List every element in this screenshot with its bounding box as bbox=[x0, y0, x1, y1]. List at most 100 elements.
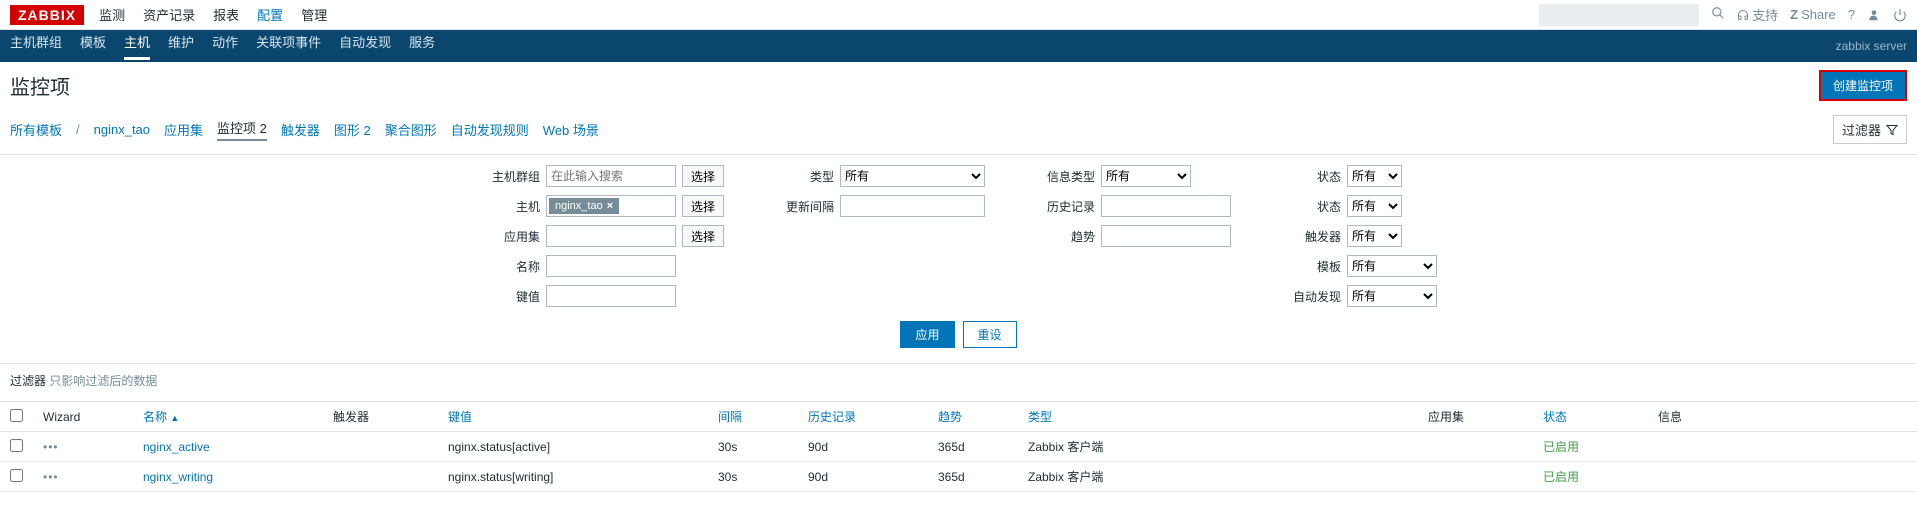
subnav-hostgroups[interactable]: 主机群组 bbox=[10, 32, 62, 60]
subnav-actions[interactable]: 动作 bbox=[212, 32, 238, 60]
select-triggers[interactable]: 所有 bbox=[1347, 225, 1402, 247]
cell-trends: 365d bbox=[928, 462, 1018, 492]
bc-graphs[interactable]: 图形 2 bbox=[334, 120, 371, 139]
wizard-icon[interactable]: ••• bbox=[43, 470, 59, 484]
subnav-hosts[interactable]: 主机 bbox=[124, 32, 150, 60]
subnav-services[interactable]: 服务 bbox=[409, 32, 435, 60]
cell-interval: 30s bbox=[708, 462, 798, 492]
bc-host[interactable]: nginx_tao bbox=[94, 122, 150, 137]
cell-type: Zabbix 客户端 bbox=[1018, 432, 1418, 462]
bc-items[interactable]: 监控项 2 bbox=[217, 118, 267, 141]
cell-history: 90d bbox=[798, 462, 928, 492]
filter-toggle[interactable]: 过滤器 bbox=[1833, 115, 1907, 144]
select-infotype[interactable]: 所有 bbox=[1101, 165, 1191, 187]
headset-icon bbox=[1737, 9, 1749, 21]
select-state[interactable]: 所有 bbox=[1347, 195, 1402, 217]
input-interval[interactable] bbox=[840, 195, 985, 217]
help-icon[interactable]: ? bbox=[1848, 7, 1855, 22]
subnav-correlation[interactable]: 关联项事件 bbox=[256, 32, 321, 60]
label-discovery: 自动发现 bbox=[1281, 288, 1341, 305]
filter-buttons: 应用 重设 bbox=[0, 321, 1917, 348]
support-label: 支持 bbox=[1752, 5, 1778, 24]
input-appset[interactable] bbox=[546, 225, 676, 247]
select-discovery[interactable]: 所有 bbox=[1347, 285, 1437, 307]
input-history[interactable] bbox=[1101, 195, 1231, 217]
nav-monitoring[interactable]: 监测 bbox=[99, 5, 125, 24]
filter-col-2: 类型 所有 更新间隔 bbox=[774, 165, 985, 307]
row-checkbox[interactable] bbox=[10, 469, 23, 482]
th-history[interactable]: 历史记录 bbox=[808, 410, 856, 424]
bc-appsets[interactable]: 应用集 bbox=[164, 120, 203, 139]
wizard-icon[interactable]: ••• bbox=[43, 440, 59, 454]
remove-chip-icon[interactable]: × bbox=[607, 200, 613, 212]
input-hostgroup[interactable] bbox=[546, 165, 676, 187]
th-key[interactable]: 键值 bbox=[448, 410, 472, 424]
label-interval: 更新间隔 bbox=[774, 198, 834, 215]
top-nav: 监测 资产记录 报表 配置 管理 bbox=[99, 5, 1539, 24]
th-appset: 应用集 bbox=[1418, 402, 1533, 432]
bc-triggers[interactable]: 触发器 bbox=[281, 120, 320, 139]
th-type[interactable]: 类型 bbox=[1028, 410, 1052, 424]
reset-button[interactable]: 重设 bbox=[963, 321, 1017, 348]
label-trends: 趋势 bbox=[1035, 228, 1095, 245]
th-name[interactable]: 名称 ▲ bbox=[143, 410, 179, 424]
th-status[interactable]: 状态 bbox=[1543, 410, 1567, 424]
filter-col-4: 状态 所有 状态 所有 触发器 所有 模板 所有 自动发现 所有 bbox=[1281, 165, 1437, 307]
item-name-link[interactable]: nginx_writing bbox=[143, 470, 213, 484]
cell-interval: 30s bbox=[708, 432, 798, 462]
nav-administration[interactable]: 管理 bbox=[301, 5, 327, 24]
bc-discovery[interactable]: 自动发现规则 bbox=[451, 120, 529, 139]
sub-nav: 主机群组 模板 主机 维护 动作 关联项事件 自动发现 服务 zabbix se… bbox=[0, 30, 1917, 62]
bc-screens[interactable]: 聚合图形 bbox=[385, 120, 437, 139]
item-name-link[interactable]: nginx_active bbox=[143, 440, 210, 454]
label-history: 历史记录 bbox=[1035, 198, 1095, 215]
select-host-button[interactable]: 选择 bbox=[682, 195, 724, 217]
label-triggers: 触发器 bbox=[1281, 228, 1341, 245]
bc-all-templates[interactable]: 所有模板 bbox=[10, 120, 62, 139]
status-link[interactable]: 已启用 bbox=[1543, 440, 1579, 454]
cell-history: 90d bbox=[798, 432, 928, 462]
nav-reports[interactable]: 报表 bbox=[213, 5, 239, 24]
select-status[interactable]: 所有 bbox=[1347, 165, 1402, 187]
share-label: Share bbox=[1801, 7, 1836, 22]
select-appset-button[interactable]: 选择 bbox=[682, 225, 724, 247]
subfilter-hint: 只影响过滤后的数据 bbox=[49, 374, 157, 388]
input-trends[interactable] bbox=[1101, 225, 1231, 247]
share-link[interactable]: Z Share bbox=[1790, 7, 1836, 22]
support-link[interactable]: 支持 bbox=[1737, 5, 1778, 24]
select-hostgroup-button[interactable]: 选择 bbox=[682, 165, 724, 187]
status-link[interactable]: 已启用 bbox=[1543, 470, 1579, 484]
input-name[interactable] bbox=[546, 255, 676, 277]
cell-key: nginx.status[writing] bbox=[438, 462, 708, 492]
apply-button[interactable]: 应用 bbox=[900, 321, 954, 348]
subnav-discovery[interactable]: 自动发现 bbox=[339, 32, 391, 60]
logo[interactable]: ZABBIX bbox=[10, 5, 84, 25]
search-input[interactable] bbox=[1539, 4, 1699, 26]
nav-inventory[interactable]: 资产记录 bbox=[143, 5, 195, 24]
select-template[interactable]: 所有 bbox=[1347, 255, 1437, 277]
table-row: ••• nginx_writing nginx.status[writing]30s… bbox=[0, 462, 1917, 492]
breadcrumb: 所有模板 / nginx_tao 应用集 监控项 2 触发器 图形 2 聚合图形… bbox=[0, 109, 1917, 154]
bc-web[interactable]: Web 场景 bbox=[543, 120, 599, 139]
th-trends[interactable]: 趋势 bbox=[938, 410, 962, 424]
input-key[interactable] bbox=[546, 285, 676, 307]
items-table: Wizard 名称 ▲ 触发器 键值 间隔 历史记录 趋势 类型 应用集 状态 … bbox=[0, 401, 1917, 492]
power-icon[interactable] bbox=[1893, 8, 1907, 22]
filter-icon bbox=[1886, 124, 1898, 136]
page-title-row: 监控项 创建监控项 bbox=[0, 62, 1917, 109]
input-host[interactable]: nginx_tao × bbox=[546, 195, 676, 217]
top-right: 支持 Z Share ? bbox=[1539, 4, 1907, 26]
search-icon[interactable] bbox=[1711, 6, 1725, 23]
th-interval[interactable]: 间隔 bbox=[718, 410, 742, 424]
label-type: 类型 bbox=[774, 168, 834, 185]
nav-configuration[interactable]: 配置 bbox=[257, 5, 283, 24]
server-label: zabbix server bbox=[1836, 39, 1907, 53]
user-icon[interactable] bbox=[1867, 8, 1881, 22]
select-type[interactable]: 所有 bbox=[840, 165, 985, 187]
select-all-checkbox[interactable] bbox=[10, 409, 23, 422]
subnav-templates[interactable]: 模板 bbox=[80, 32, 106, 60]
subnav-maintenance[interactable]: 维护 bbox=[168, 32, 194, 60]
create-item-button[interactable]: 创建监控项 bbox=[1819, 70, 1907, 101]
subfilter-label: 过滤器 bbox=[10, 374, 46, 388]
row-checkbox[interactable] bbox=[10, 439, 23, 452]
